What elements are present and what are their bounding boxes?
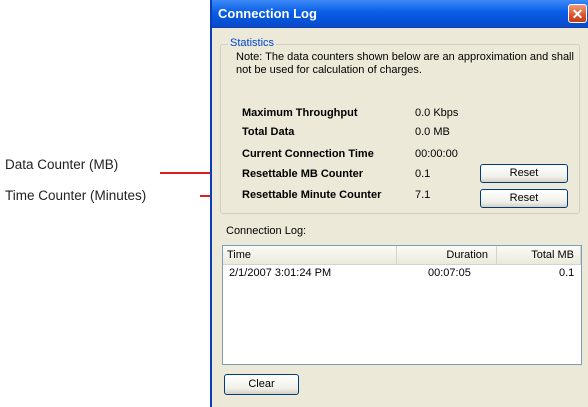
cell-time: 2/1/2007 3:01:24 PM bbox=[229, 267, 332, 279]
reset-mb-button[interactable]: Reset bbox=[480, 164, 568, 183]
clear-button[interactable]: Clear bbox=[224, 374, 299, 395]
time-counter-callout: Time Counter (Minutes) bbox=[5, 188, 147, 203]
column-header-time[interactable]: Time bbox=[223, 246, 397, 264]
connection-log-list[interactable]: Time Duration Total MB 2/1/2007 3:01:24 … bbox=[222, 245, 582, 365]
stat-value-current-connection-time: 00:00:00 bbox=[415, 148, 458, 160]
stat-label-max-throughput: Maximum Throughput bbox=[242, 107, 358, 119]
stat-value-resettable-minute-counter: 7.1 bbox=[415, 189, 431, 201]
connection-log-caption: Connection Log: bbox=[226, 225, 307, 237]
title-bar[interactable]: Connection Log ✕ bbox=[212, 0, 588, 28]
close-button[interactable]: ✕ bbox=[568, 4, 587, 23]
close-icon: ✕ bbox=[571, 6, 584, 22]
cell-duration: 00:07:05 bbox=[428, 267, 471, 279]
list-header: Time Duration Total MB bbox=[223, 246, 581, 265]
stat-value-total-data: 0.0 MB bbox=[415, 126, 450, 138]
reset-minute-button[interactable]: Reset bbox=[480, 189, 568, 208]
statistics-note: Note: The data counters shown below are … bbox=[236, 51, 574, 76]
column-header-duration[interactable]: Duration bbox=[397, 246, 497, 264]
statistics-caption: Statistics bbox=[228, 37, 277, 49]
cell-total-mb: 0.1 bbox=[559, 267, 575, 279]
data-counter-callout: Data Counter (MB) bbox=[5, 157, 119, 172]
connection-log-window: Connection Log ✕ Statistics Note: The da… bbox=[210, 0, 588, 407]
stat-label-resettable-mb-counter: Resettable MB Counter bbox=[242, 168, 364, 180]
window-title: Connection Log bbox=[218, 6, 317, 21]
stat-label-resettable-minute-counter: Resettable Minute Counter bbox=[242, 189, 382, 201]
stat-value-resettable-mb-counter: 0.1 bbox=[415, 168, 431, 180]
stat-value-max-throughput: 0.0 Kbps bbox=[415, 107, 459, 119]
column-header-total-mb[interactable]: Total MB bbox=[497, 246, 581, 264]
stat-label-total-data: Total Data bbox=[242, 126, 295, 138]
stat-label-current-connection-time: Current Connection Time bbox=[242, 148, 374, 160]
